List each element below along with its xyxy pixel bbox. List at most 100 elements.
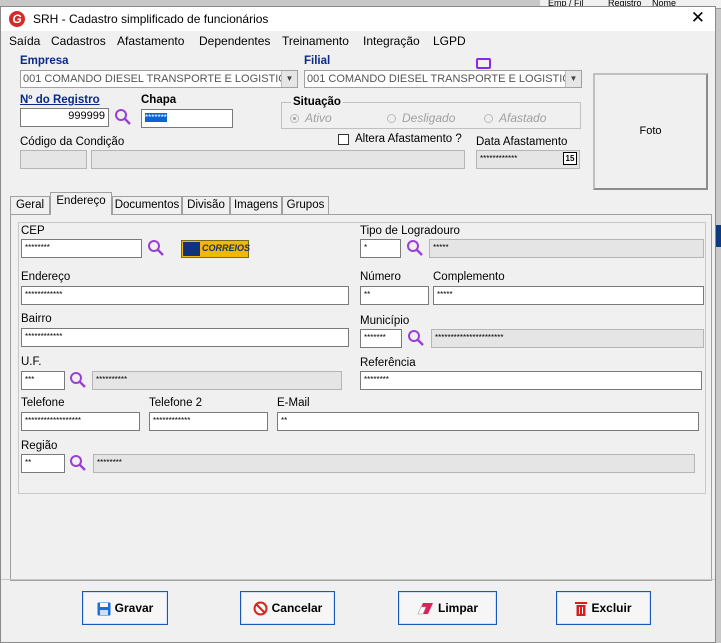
cep-input[interactable]: ********	[21, 239, 142, 258]
uf-input[interactable]: ***	[21, 371, 65, 390]
tipo-logradouro-label: Tipo de Logradouro	[360, 225, 460, 237]
referencia-label: Referência	[360, 357, 416, 369]
cancel-icon	[253, 601, 268, 616]
radio-ativo[interactable]: Ativo	[290, 111, 332, 125]
bairro-input[interactable]: ************	[21, 328, 349, 347]
correios-text: CORREIOS	[202, 243, 251, 253]
limpar-button[interactable]: Limpar	[398, 591, 497, 625]
chapa-value: *******	[145, 113, 167, 122]
menu-afastamento[interactable]: Afastamento	[117, 34, 184, 48]
chevron-down-icon[interactable]: ▼	[281, 71, 297, 87]
cancelar-button[interactable]: Cancelar	[240, 591, 335, 625]
tab-grupos[interactable]: Grupos	[282, 196, 329, 214]
tab-documentos[interactable]: Documentos	[112, 196, 182, 214]
gravar-label: Gravar	[114, 601, 154, 615]
tipo-logradouro-input[interactable]: *	[360, 239, 401, 258]
situacao-label: Situação	[291, 96, 343, 108]
tipo-logradouro-desc: *****	[429, 239, 704, 258]
menu-treinamento[interactable]: Treinamento	[282, 34, 349, 48]
cancelar-label: Cancelar	[271, 601, 323, 615]
search-icon[interactable]	[114, 108, 132, 126]
search-icon[interactable]	[69, 454, 87, 472]
chapa-label: Chapa	[141, 94, 177, 106]
data-afastamento-input[interactable]: ************ 15	[476, 150, 580, 169]
complemento-label: Complemento	[433, 271, 505, 283]
regiao-label: Região	[21, 440, 58, 452]
menu-lgpd[interactable]: LGPD	[433, 34, 466, 48]
regiao-input[interactable]: **	[21, 454, 65, 473]
municipio-desc: **********************	[431, 329, 704, 348]
data-afastamento-value: ************	[480, 154, 518, 163]
filial-value: 001 COMANDO DIESEL TRANSPORTE E LOGISTIC…	[307, 73, 574, 85]
radio-desligado[interactable]: Desligado	[387, 111, 455, 125]
excluir-label: Excluir	[591, 601, 632, 615]
calendar-icon[interactable]: 15	[563, 152, 577, 165]
action-bar: Gravar Cancelar Limpar Excluir	[1, 579, 715, 643]
window-title: SRH - Cadastro simplificado de funcionár…	[33, 12, 269, 26]
filial-select[interactable]: 001 COMANDO DIESEL TRANSPORTE E LOGISTIC…	[304, 70, 582, 88]
chevron-down-icon[interactable]: ▼	[565, 71, 581, 87]
tab-panel-endereco	[10, 214, 712, 581]
app-logo-icon: G	[9, 11, 25, 27]
photo-label: Foto	[639, 125, 662, 137]
complemento-input[interactable]: *****	[433, 286, 704, 305]
title-bar: G SRH - Cadastro simplificado de funcion…	[1, 7, 715, 31]
uf-label: U.F.	[21, 356, 42, 368]
tab-geral[interactable]: Geral	[10, 196, 50, 214]
tab-divisao[interactable]: Divisão	[182, 196, 230, 214]
correios-symbol-icon	[183, 242, 200, 256]
correios-logo[interactable]: CORREIOS	[181, 240, 251, 258]
menu-integracao[interactable]: Integração	[363, 34, 420, 48]
menu-dependentes[interactable]: Dependentes	[199, 34, 270, 48]
empresa-label: Empresa	[20, 55, 69, 67]
search-icon[interactable]	[406, 239, 424, 257]
radio-afastado[interactable]: Afastado	[484, 111, 546, 125]
telefone2-input[interactable]: ************	[149, 412, 268, 431]
search-icon[interactable]	[69, 371, 87, 389]
menu-cadastros[interactable]: Cadastros	[51, 34, 106, 48]
tab-endereco[interactable]: Endereço	[50, 192, 112, 215]
menu-saida[interactable]: Saída	[9, 34, 40, 48]
search-icon[interactable]	[147, 239, 165, 257]
codigo-condicao-label: Código da Condição	[20, 136, 125, 148]
regiao-desc: ********	[93, 454, 695, 473]
floppy-disk-icon	[97, 602, 111, 616]
filial-label: Filial	[304, 55, 331, 67]
registro-input[interactable]: 999999	[20, 108, 109, 127]
menu-bar: Saída Cadastros Afastamento Dependentes …	[1, 31, 715, 72]
monitor-icon[interactable]	[476, 58, 491, 72]
endereco-input[interactable]: ************	[21, 286, 349, 305]
trash-icon	[575, 602, 588, 617]
close-icon[interactable]: ✕	[691, 8, 705, 28]
endereco-label: Endereço	[21, 271, 71, 283]
cep-label: CEP	[21, 225, 45, 237]
registro-label: Nº do Registro	[20, 94, 100, 106]
chapa-input[interactable]: *******	[141, 109, 233, 128]
excluir-button[interactable]: Excluir	[556, 591, 651, 625]
referencia-input[interactable]: ********	[360, 371, 702, 390]
numero-label: Número	[360, 271, 401, 283]
telefone-input[interactable]: ******************	[21, 412, 140, 431]
photo-box[interactable]: Foto	[593, 73, 708, 190]
codigo-condicao-desc	[91, 150, 465, 169]
uf-desc: **********	[92, 371, 342, 390]
empresa-value: 001 COMANDO DIESEL TRANSPORTE E LOGISTIC…	[23, 73, 290, 85]
altera-afastamento-checkbox[interactable]	[338, 134, 349, 145]
altera-afastamento-label: Altera Afastamento ?	[355, 133, 462, 145]
tab-imagens[interactable]: Imagens	[230, 196, 282, 214]
numero-input[interactable]: **	[360, 286, 429, 305]
search-icon[interactable]	[407, 329, 425, 347]
limpar-label: Limpar	[437, 601, 478, 615]
telefone-label: Telefone	[21, 397, 65, 409]
email-label: E-Mail	[277, 397, 310, 409]
bairro-label: Bairro	[21, 313, 52, 325]
telefone2-label: Telefone 2	[149, 397, 203, 409]
eraser-icon	[417, 603, 433, 615]
municipio-input[interactable]: *******	[360, 329, 402, 348]
gravar-button[interactable]: Gravar	[82, 591, 168, 625]
email-input[interactable]: **	[277, 412, 699, 431]
empresa-select[interactable]: 001 COMANDO DIESEL TRANSPORTE E LOGISTIC…	[20, 70, 298, 88]
codigo-condicao-input[interactable]	[20, 150, 87, 169]
employee-form-window: G SRH - Cadastro simplificado de funcion…	[0, 6, 716, 643]
data-afastamento-label: Data Afastamento	[476, 136, 568, 148]
